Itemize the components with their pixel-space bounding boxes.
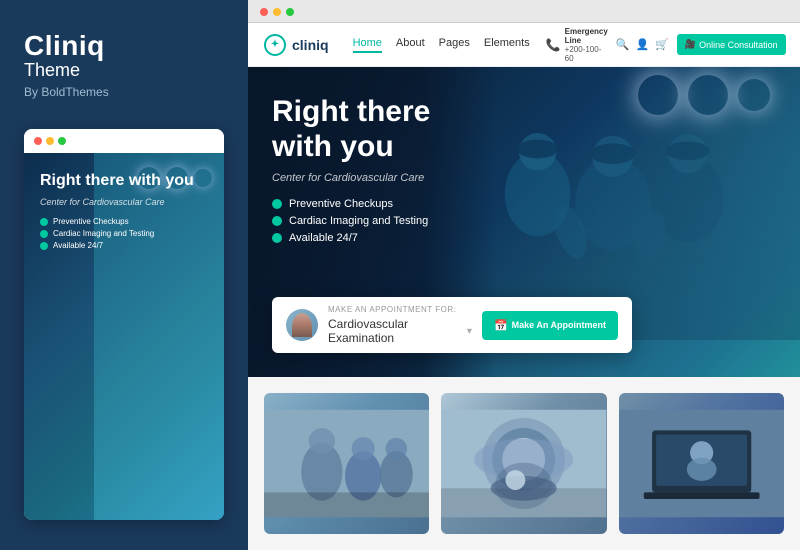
emergency-label: Emergency Line: [565, 27, 608, 45]
preview-feature: Preventive Checkups: [40, 217, 208, 226]
chevron-down-icon: ▾: [467, 326, 472, 337]
nav-link-pages[interactable]: Pages: [439, 37, 470, 53]
preview-title-text: Right there with you: [40, 172, 194, 189]
preview-window-dots: [24, 129, 224, 153]
appointment-label: Make An Appointment For:: [328, 305, 472, 314]
sidebar-brand: Cliniq Theme By BoldThemes: [24, 30, 224, 99]
preview-title: Right there with you: [40, 171, 208, 191]
brand-by: By BoldThemes: [24, 85, 224, 99]
sidebar: Cliniq Theme By BoldThemes Right there w…: [0, 0, 248, 550]
brand-name: Cliniq: [24, 30, 105, 61]
card-3-image: [619, 393, 784, 534]
card-3: [619, 393, 784, 534]
browser-window-dots: [260, 8, 788, 16]
hero-subtitle: Center for Cardiovascular Care: [272, 172, 512, 184]
make-appointment-button[interactable]: 📅 Make An Appointment: [482, 311, 618, 340]
hero-title: Right there with you: [272, 95, 512, 164]
hero-feature-3-text: Available 24/7: [289, 232, 358, 244]
card-2-svg: [441, 393, 606, 534]
appointment-avatar: [286, 309, 318, 341]
card-1-image: [264, 393, 429, 534]
nav-link-home[interactable]: Home: [353, 37, 382, 53]
logo-icon: ✦: [264, 34, 286, 56]
feature-checkmark-icon: [272, 216, 282, 226]
hero-feature-2-text: Cardiac Imaging and Testing: [289, 215, 428, 227]
user-icon[interactable]: 👤: [636, 38, 650, 51]
nav-icon-group: 🔍 👤 🛒: [616, 38, 669, 51]
nav-actions: 📞 Emergency Line +200-100-60 🔍 👤 🛒 🎥 Onl…: [546, 27, 786, 63]
hero-title-line2: with you: [272, 130, 394, 163]
hero-features: Preventive Checkups Cardiac Imaging and …: [272, 198, 512, 244]
brand-sub: Theme: [24, 60, 224, 81]
nav-links: Home About Pages Elements: [353, 37, 530, 53]
main-area: ✦ cliniq Home About Pages Elements 📞 Eme…: [248, 0, 800, 550]
preview-feature: Available 24/7: [40, 241, 208, 250]
hero-feature-3: Available 24/7: [272, 232, 512, 244]
preview-feature: Cardiac Imaging and Testing: [40, 229, 208, 238]
preview-hero: Right there with you Center for Cardiova…: [24, 153, 224, 520]
card-3-svg: [619, 393, 784, 534]
site-logo: ✦ cliniq: [264, 34, 329, 56]
calendar-icon: 📅: [494, 319, 508, 332]
video-icon: 🎥: [685, 39, 696, 50]
cart-icon[interactable]: 🛒: [655, 38, 669, 51]
preview-feature-text: Preventive Checkups: [53, 217, 129, 226]
dot-yellow: [46, 137, 54, 145]
browser-chrome: [248, 0, 800, 23]
online-consult-label: Online Consultation: [699, 40, 778, 50]
appointment-form: Make An Appointment For: Cardiovascular …: [328, 305, 472, 345]
feature-dot-icon: [40, 230, 48, 238]
card-2: [441, 393, 606, 534]
search-icon[interactable]: 🔍: [616, 38, 630, 51]
feature-dot-icon: [40, 242, 48, 250]
preview-features: Preventive Checkups Cardiac Imaging and …: [40, 217, 208, 250]
feature-checkmark-icon: [272, 199, 282, 209]
preview-feature-text: Available 24/7: [53, 241, 103, 250]
hero-content: Right there with you Center for Cardiova…: [272, 95, 512, 249]
phone-icon: 📞: [546, 38, 561, 52]
dot-green: [58, 137, 66, 145]
appointment-select[interactable]: Cardiovascular Examination ▾: [328, 317, 472, 345]
preview-subtitle: Center for Cardiovascular Care: [40, 197, 208, 207]
appointment-btn-label: Make An Appointment: [512, 320, 606, 330]
hero-feature-2: Cardiac Imaging and Testing: [272, 215, 512, 227]
card-2-image: [441, 393, 606, 534]
dot-red: [34, 137, 42, 145]
card-1: [264, 393, 429, 534]
emergency-line: 📞 Emergency Line +200-100-60: [546, 27, 608, 63]
hero-section: Right there with you Center for Cardiova…: [248, 67, 800, 377]
nav-link-elements[interactable]: Elements: [484, 37, 530, 53]
preview-hero-content: Right there with you Center for Cardiova…: [40, 171, 208, 250]
appointment-bar: Make An Appointment For: Cardiovascular …: [272, 297, 632, 353]
hero-feature-1-text: Preventive Checkups: [289, 198, 393, 210]
nav-link-about[interactable]: About: [396, 37, 425, 53]
hero-feature-1: Preventive Checkups: [272, 198, 512, 210]
card-1-svg: [264, 393, 429, 534]
logo-text: cliniq: [292, 37, 329, 53]
preview-feature-text: Cardiac Imaging and Testing: [53, 229, 154, 238]
emergency-number: +200-100-60: [565, 45, 608, 63]
emergency-info: Emergency Line +200-100-60: [565, 27, 608, 63]
feature-checkmark-icon: [272, 233, 282, 243]
site-navigation: ✦ cliniq Home About Pages Elements 📞 Eme…: [248, 23, 800, 67]
browser-dot-red: [260, 8, 268, 16]
preview-card: Right there with you Center for Cardiova…: [24, 129, 224, 520]
website-preview: ✦ cliniq Home About Pages Elements 📞 Eme…: [248, 23, 800, 550]
logo-symbol: ✦: [271, 39, 279, 50]
avatar-image: [292, 313, 312, 337]
online-consultation-button[interactable]: 🎥 Online Consultation: [677, 34, 786, 55]
browser-dot-yellow: [273, 8, 281, 16]
appointment-option: Cardiovascular Examination: [328, 317, 461, 345]
feature-dot-icon: [40, 218, 48, 226]
cards-section: [248, 377, 800, 550]
browser-dot-green: [286, 8, 294, 16]
hero-title-line1: Right there: [272, 95, 430, 128]
